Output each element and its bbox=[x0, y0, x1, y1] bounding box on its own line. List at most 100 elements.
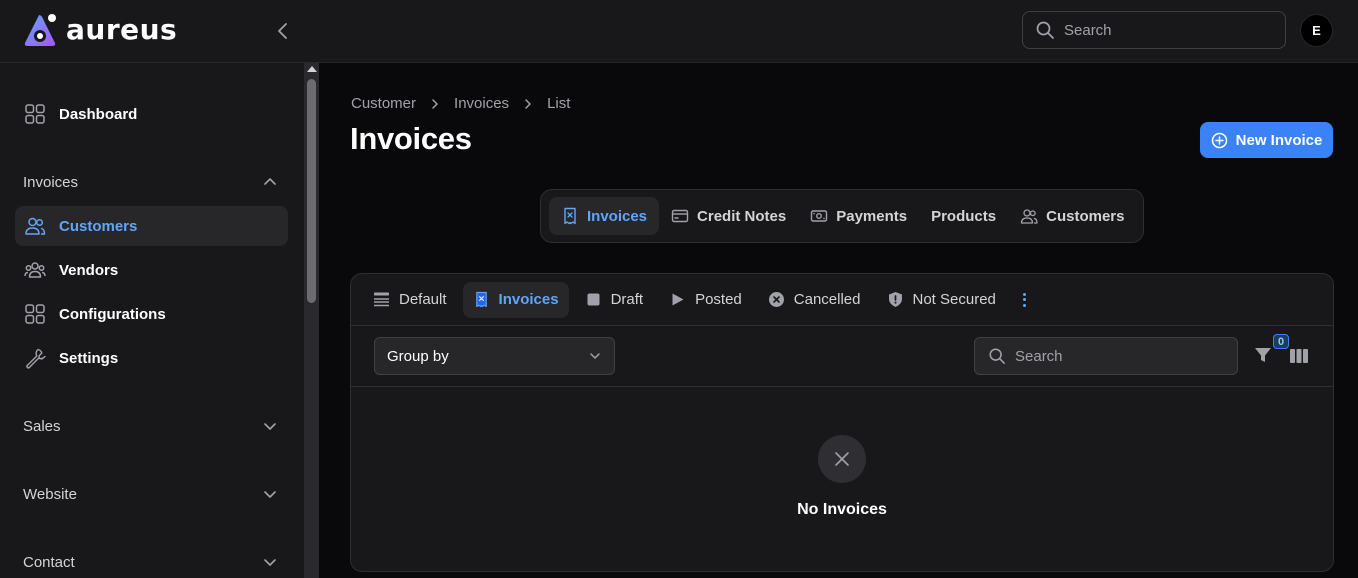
more-filters-icon[interactable] bbox=[1018, 290, 1032, 310]
filter-button[interactable] bbox=[1253, 345, 1275, 367]
sidebar-group-website[interactable]: Website bbox=[15, 479, 288, 509]
sidebar-item-label: Configurations bbox=[59, 305, 166, 323]
sidebar-item-settings[interactable]: Settings bbox=[15, 338, 288, 378]
breadcrumb-item[interactable]: Invoices bbox=[454, 95, 509, 112]
tab-payments[interactable]: Payments bbox=[798, 197, 919, 235]
play-icon bbox=[672, 293, 684, 306]
table-search-placeholder: Search bbox=[1015, 347, 1063, 365]
users-icon bbox=[24, 215, 46, 237]
chevron-right-icon bbox=[429, 98, 441, 110]
sidebar: Dashboard Invoices Customers Vendors Con… bbox=[0, 63, 304, 578]
filter-tab-draft[interactable]: Draft bbox=[575, 282, 654, 318]
sidebar-group-label: Sales bbox=[23, 417, 61, 435]
filter-tab-label: Not Secured bbox=[912, 291, 996, 308]
group-icon bbox=[24, 259, 46, 281]
sub-navigation-tabs: Invoices Credit Notes Payments Products … bbox=[540, 189, 1144, 243]
global-search-input[interactable]: Search bbox=[1022, 11, 1286, 49]
receipt-icon bbox=[564, 207, 576, 225]
empty-state-icon bbox=[818, 435, 866, 483]
wrench-icon bbox=[24, 347, 46, 369]
chevron-right-icon bbox=[522, 98, 534, 110]
sidebar-group-label: Invoices bbox=[23, 173, 79, 191]
sidebar-group-invoices[interactable]: Invoices bbox=[15, 167, 288, 197]
global-search-placeholder: Search bbox=[1064, 21, 1112, 39]
columns-toggle-button[interactable] bbox=[1289, 348, 1309, 364]
collapse-sidebar-button[interactable] bbox=[272, 20, 294, 42]
tab-label: Invoices bbox=[587, 207, 648, 225]
sidebar-item-dashboard[interactable]: Dashboard bbox=[15, 94, 288, 134]
breadcrumb: Customer Invoices List bbox=[351, 95, 570, 112]
new-invoice-label: New Invoice bbox=[1235, 131, 1323, 149]
sidebar-group-sales[interactable]: Sales bbox=[15, 411, 288, 441]
sidebar-group-label: Contact bbox=[23, 553, 75, 571]
tab-label: Payments bbox=[836, 207, 908, 225]
sidebar-item-vendors[interactable]: Vendors bbox=[15, 250, 288, 290]
columns-icon bbox=[1290, 349, 1308, 363]
chevron-down-icon bbox=[590, 353, 600, 359]
filter-tab-cancelled[interactable]: Cancelled bbox=[758, 282, 871, 318]
sidebar-item-label: Settings bbox=[59, 349, 119, 367]
group-by-select[interactable]: Group by bbox=[374, 337, 615, 375]
sidebar-group-contact[interactable]: Contact bbox=[15, 547, 288, 577]
app-name: aureus bbox=[66, 13, 178, 46]
chevron-down-icon bbox=[264, 491, 276, 498]
tab-customers[interactable]: Customers bbox=[1008, 197, 1136, 235]
search-icon bbox=[1036, 21, 1054, 39]
invoices-table-panel: Default Invoices Draft Posted Cancelled … bbox=[350, 273, 1334, 572]
new-invoice-button[interactable]: New Invoice bbox=[1200, 122, 1333, 158]
chevron-up-icon bbox=[264, 178, 276, 185]
filter-tab-label: Cancelled bbox=[793, 291, 861, 308]
tab-credit-notes[interactable]: Credit Notes bbox=[659, 197, 798, 235]
filter-tabs: Default Invoices Draft Posted Cancelled … bbox=[351, 274, 1333, 326]
sidebar-item-label: Vendors bbox=[59, 261, 119, 279]
top-bar: aureus Search E bbox=[0, 0, 1358, 63]
filter-tab-posted[interactable]: Posted bbox=[659, 282, 752, 318]
tab-label: Customers bbox=[1046, 207, 1125, 225]
empty-state-message: No Invoices bbox=[797, 501, 887, 518]
filter-tab-label: Draft bbox=[610, 291, 644, 308]
banknote-icon bbox=[811, 210, 828, 222]
tab-invoices[interactable]: Invoices bbox=[549, 197, 660, 235]
filter-tab-invoices[interactable]: Invoices bbox=[462, 281, 569, 318]
sidebar-item-customers[interactable]: Customers bbox=[15, 206, 288, 246]
sidebar-item-label: Customers bbox=[59, 217, 138, 235]
table-toolbar: Group by Search 0 bbox=[351, 326, 1333, 387]
aureus-logo-icon bbox=[24, 14, 56, 46]
main-content: Customer Invoices List Invoices New Invo… bbox=[319, 63, 1358, 578]
table-search-input[interactable]: Search bbox=[974, 337, 1238, 375]
breadcrumb-item[interactable]: Customer bbox=[351, 95, 416, 112]
sidebar-item-configurations[interactable]: Configurations bbox=[15, 294, 288, 334]
receipt-icon bbox=[475, 291, 487, 308]
sidebar-scrollbar[interactable] bbox=[304, 63, 319, 578]
list-icon bbox=[374, 292, 389, 307]
square-icon bbox=[587, 293, 600, 306]
chevron-down-icon bbox=[264, 559, 276, 566]
plus-circle-icon bbox=[1211, 132, 1227, 148]
credit-card-icon bbox=[671, 209, 689, 223]
x-icon bbox=[835, 452, 849, 466]
chevron-left-icon bbox=[278, 23, 287, 39]
sidebar-item-label: Dashboard bbox=[59, 105, 138, 123]
tab-products[interactable]: Products bbox=[919, 197, 1008, 235]
app-logo[interactable]: aureus bbox=[22, 13, 177, 47]
user-avatar[interactable]: E bbox=[1300, 14, 1333, 47]
tab-label: Credit Notes bbox=[697, 207, 787, 225]
chevron-down-icon bbox=[264, 423, 276, 430]
filter-tab-label: Invoices bbox=[498, 291, 559, 308]
filter-tab-label: Posted bbox=[695, 291, 742, 308]
tab-label: Products bbox=[931, 207, 997, 225]
page-title: Invoices bbox=[350, 121, 472, 156]
x-circle-icon bbox=[768, 292, 784, 307]
filter-icon bbox=[1255, 348, 1271, 362]
group-by-value: Group by bbox=[387, 347, 449, 365]
grid-icon bbox=[24, 103, 46, 125]
filter-tab-default[interactable]: Default bbox=[363, 282, 457, 318]
users-icon bbox=[1020, 209, 1038, 224]
sidebar-group-label: Website bbox=[23, 485, 77, 503]
filter-count-badge: 0 bbox=[1273, 334, 1289, 349]
scrollbar-thumb[interactable] bbox=[307, 79, 316, 303]
grid-icon bbox=[24, 303, 46, 325]
filter-tab-not-secured[interactable]: Not Secured bbox=[877, 282, 1006, 318]
scroll-up-arrow-icon[interactable] bbox=[307, 66, 317, 72]
search-icon bbox=[989, 348, 1005, 364]
